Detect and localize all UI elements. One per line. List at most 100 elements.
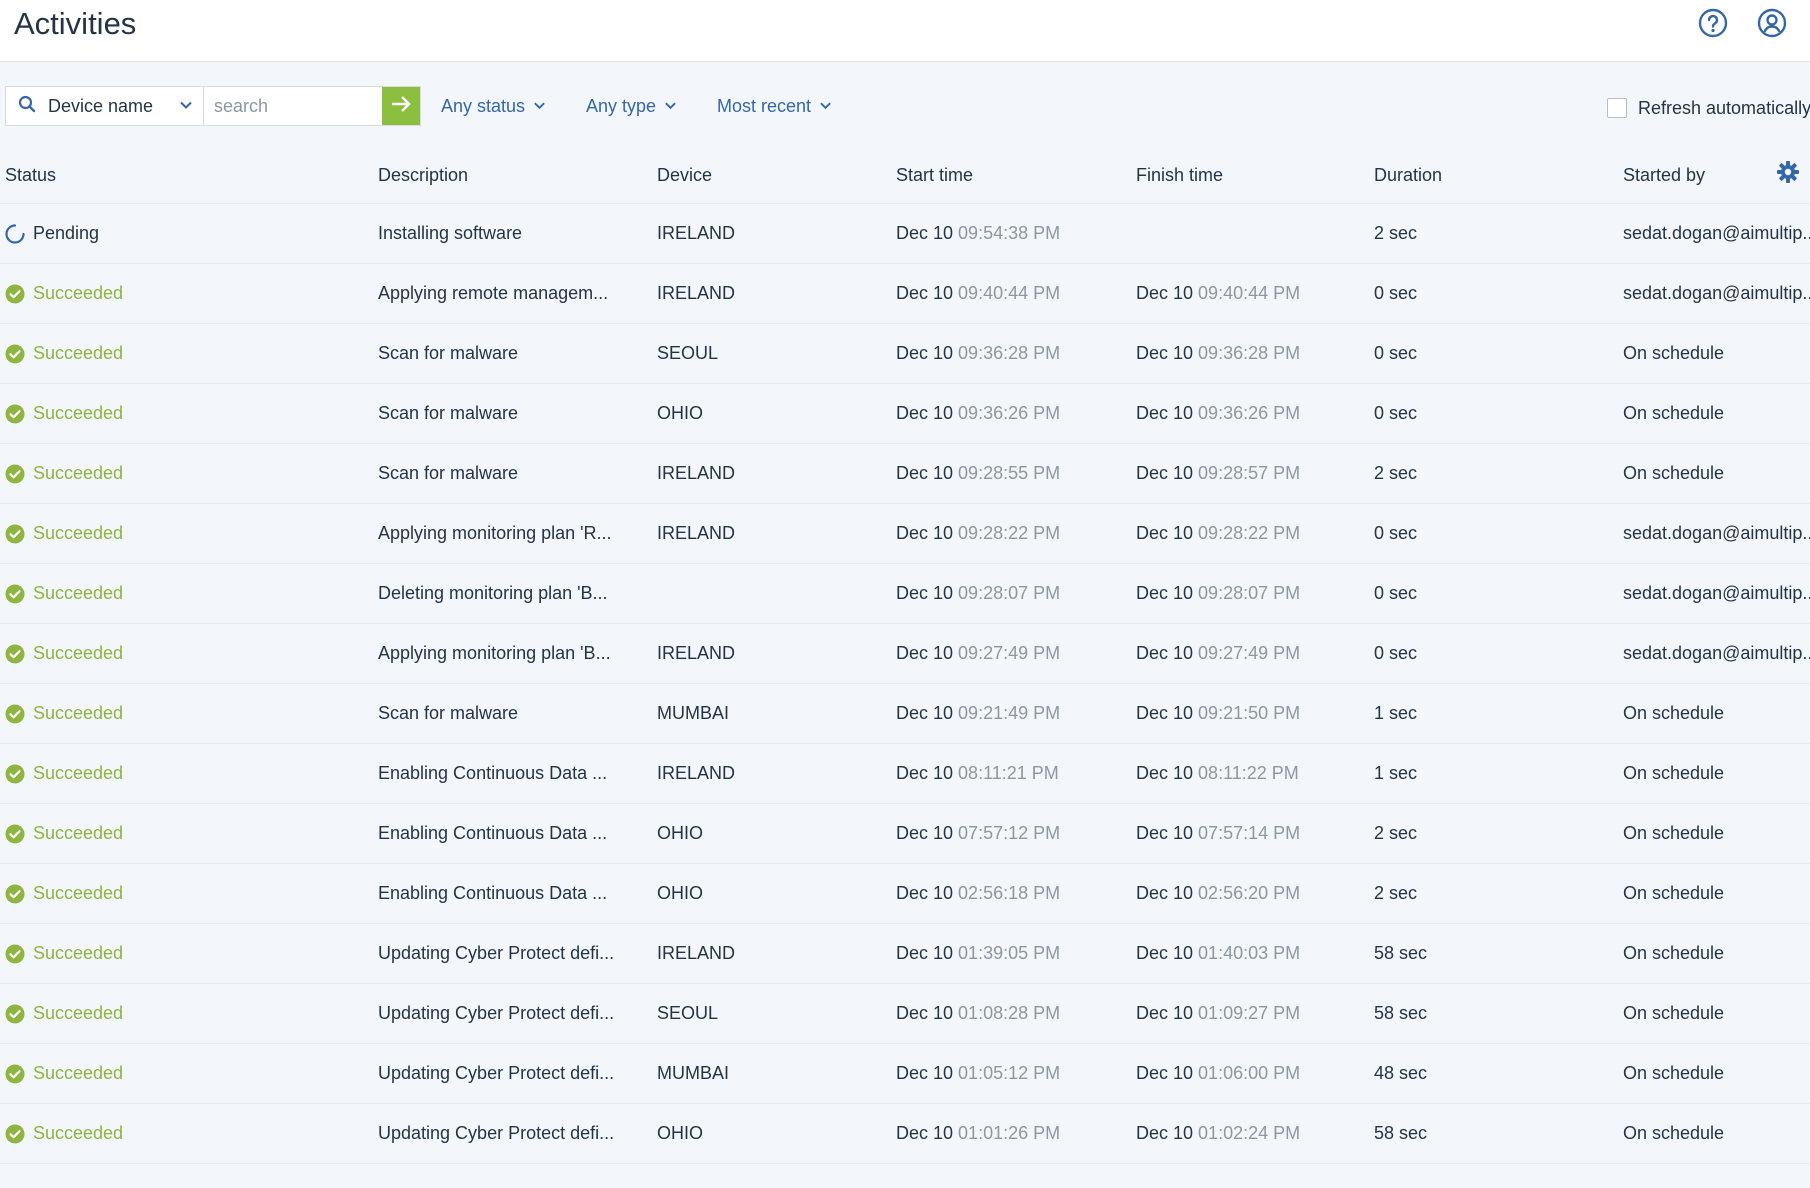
status-text: Pending [33, 223, 100, 243]
description-cell: Enabling Continuous Data ... [378, 823, 608, 843]
table-row[interactable]: Succeeded Enabling Continuous Data ... OHI… [0, 864, 1810, 924]
start-time-cell: Dec 10 09:28:22 PM [896, 504, 1060, 563]
finish-time: 01:09:27 PM [1198, 1003, 1301, 1023]
description-cell: Updating Cyber Protect defi... [378, 943, 615, 963]
chevron-down-icon [533, 96, 546, 117]
device-cell: OHIO [657, 403, 704, 423]
finish-time-cell: Dec 10 01:02:24 PM [1136, 1104, 1300, 1163]
started-by-cell: On schedule [1623, 883, 1725, 903]
column-header-description[interactable]: Description [378, 148, 468, 203]
check-circle-icon [5, 1004, 33, 1024]
device-cell: IRELAND [657, 463, 736, 483]
status-text: Succeeded [33, 1003, 124, 1023]
check-circle-icon [5, 944, 33, 964]
status-filter-dropdown[interactable]: Any status [441, 86, 546, 126]
check-circle-icon [5, 824, 33, 844]
table-row[interactable]: Succeeded Scan for malware IRELAND Dec 10 09… [0, 444, 1810, 504]
type-filter-dropdown[interactable]: Any type [586, 86, 677, 126]
table-row[interactable]: Succeeded Updating Cyber Protect defi... I… [0, 924, 1810, 984]
help-icon[interactable] [1697, 7, 1729, 39]
column-header-duration[interactable]: Duration [1374, 148, 1442, 203]
duration-cell: 2 sec [1374, 823, 1418, 843]
start-time-cell: Dec 10 07:57:12 PM [896, 804, 1060, 863]
table-row[interactable]: Succeeded Deleting monitoring plan 'B... D… [0, 564, 1810, 624]
finish-time: 09:36:28 PM [1198, 343, 1301, 363]
start-date: Dec 10 [896, 1123, 954, 1143]
table-row[interactable]: Succeeded Applying monitoring plan 'R... I… [0, 504, 1810, 564]
column-header-start-time[interactable]: Start time [896, 148, 973, 203]
duration-cell: 2 sec [1374, 883, 1418, 903]
start-time-cell: Dec 10 08:11:21 PM [896, 744, 1059, 803]
start-time: 09:54:38 PM [958, 223, 1061, 243]
finish-time: 09:27:49 PM [1198, 643, 1301, 663]
sort-dropdown[interactable]: Most recent [717, 86, 832, 126]
column-header-finish-time[interactable]: Finish time [1136, 148, 1223, 203]
status-cell: Succeeded [5, 804, 123, 863]
start-time: 01:08:28 PM [958, 1003, 1061, 1023]
start-time-cell: Dec 10 09:28:07 PM [896, 564, 1060, 623]
finish-time-cell: Dec 10 09:27:49 PM [1136, 624, 1300, 683]
table-row[interactable]: Succeeded Scan for malware SEOUL Dec 10 09:3… [0, 324, 1810, 384]
finish-date: Dec 10 [1136, 823, 1194, 843]
finish-time-cell: Dec 10 09:28:57 PM [1136, 444, 1300, 503]
table-row[interactable]: Succeeded Updating Cyber Protect defi... O… [0, 1104, 1810, 1164]
description-cell: Scan for malware [378, 403, 519, 423]
finish-date: Dec 10 [1136, 943, 1194, 963]
column-header-status[interactable]: Status [5, 148, 56, 203]
status-text: Succeeded [33, 1123, 124, 1143]
column-header-started-by[interactable]: Started by [1623, 148, 1705, 203]
gear-icon[interactable] [1776, 160, 1800, 189]
device-cell: OHIO [657, 1123, 704, 1143]
duration-cell: 0 sec [1374, 643, 1418, 663]
status-text: Succeeded [33, 823, 124, 843]
status-text: Succeeded [33, 343, 124, 363]
started-by-cell: sedat.dogan@aimultip... [1623, 283, 1810, 303]
finish-time: 02:56:20 PM [1198, 883, 1301, 903]
start-time: 09:36:28 PM [958, 343, 1061, 363]
finish-date: Dec 10 [1136, 1003, 1194, 1023]
device-cell: IRELAND [657, 523, 736, 543]
refresh-automatically-toggle[interactable]: Refresh automatically [1607, 86, 1810, 130]
search-field-select[interactable]: Device name [6, 87, 204, 125]
check-circle-icon [5, 404, 33, 424]
finish-date: Dec 10 [1136, 703, 1194, 723]
table-header: Status Description Device Start time Fin… [0, 148, 1810, 204]
finish-date: Dec 10 [1136, 583, 1194, 603]
search-input[interactable] [204, 87, 382, 125]
status-cell: Pending [5, 204, 99, 263]
toolbar: Device name Any status Any type Most r [0, 86, 1810, 126]
start-time: 08:11:21 PM [958, 763, 1059, 783]
start-date: Dec 10 [896, 403, 954, 423]
column-header-device[interactable]: Device [657, 148, 712, 203]
refresh-checkbox[interactable] [1607, 98, 1627, 118]
status-cell: Succeeded [5, 324, 123, 383]
started-by-cell: On schedule [1623, 823, 1725, 843]
start-date: Dec 10 [896, 643, 954, 663]
check-circle-icon [5, 764, 33, 784]
table-row[interactable]: Succeeded Scan for malware MUMBAI Dec 10 09:… [0, 684, 1810, 744]
description-cell: Applying remote managem... [378, 283, 609, 303]
started-by-cell: On schedule [1623, 703, 1725, 723]
start-date: Dec 10 [896, 283, 954, 303]
finish-date: Dec 10 [1136, 343, 1194, 363]
activities-table: Status Description Device Start time Fin… [0, 148, 1810, 1164]
description-cell: Enabling Continuous Data ... [378, 763, 608, 783]
table-row[interactable]: Succeeded Enabling Continuous Data ... IRE… [0, 744, 1810, 804]
start-date: Dec 10 [896, 823, 954, 843]
status-text: Succeeded [33, 583, 124, 603]
user-account-icon[interactable] [1756, 7, 1788, 39]
finish-date: Dec 10 [1136, 643, 1194, 663]
device-cell: MUMBAI [657, 703, 729, 723]
table-row[interactable]: Succeeded Updating Cyber Protect defi... S… [0, 984, 1810, 1044]
table-row[interactable]: Succeeded Applying remote managem... IRELA… [0, 264, 1810, 324]
table-row[interactable]: Succeeded Updating Cyber Protect defi... M… [0, 1044, 1810, 1104]
table-row[interactable]: Succeeded Applying monitoring plan 'B... I… [0, 624, 1810, 684]
search-go-button[interactable] [382, 87, 420, 125]
description-cell: Applying monitoring plan 'R... [378, 523, 612, 543]
finish-time: 09:28:07 PM [1198, 583, 1301, 603]
table-row[interactable]: Pending Installing software IRELAND Dec 10 0… [0, 204, 1810, 264]
start-time-cell: Dec 10 01:08:28 PM [896, 984, 1060, 1043]
started-by-cell: sedat.dogan@aimultip... [1623, 523, 1810, 543]
table-row[interactable]: Succeeded Scan for malware OHIO Dec 10 09:36… [0, 384, 1810, 444]
table-row[interactable]: Succeeded Enabling Continuous Data ... OHI… [0, 804, 1810, 864]
